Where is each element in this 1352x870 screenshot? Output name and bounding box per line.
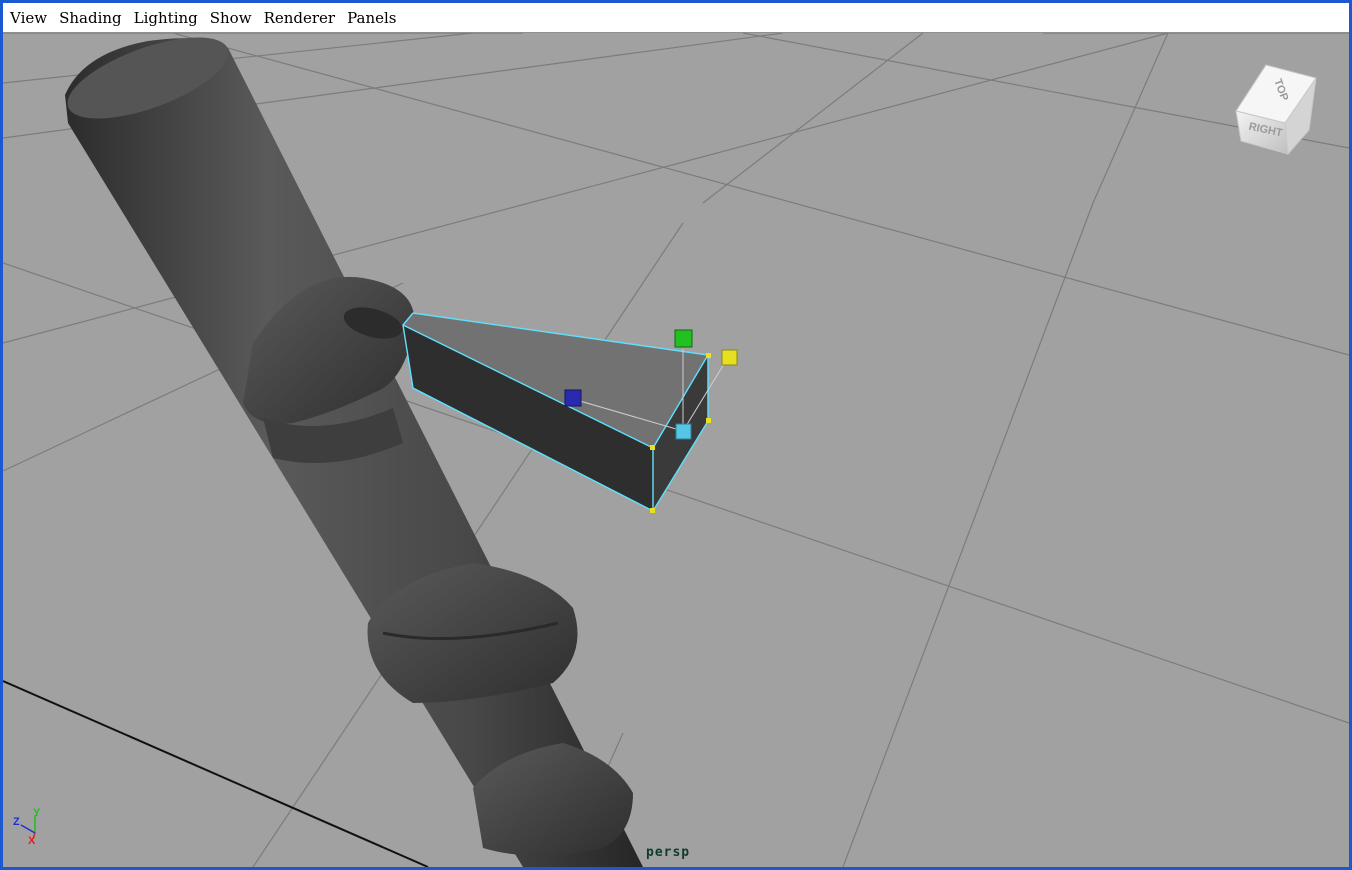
panel-menubar: View Shading Lighting Show Renderer Pane… [3, 3, 1349, 33]
axis-x-label: X [28, 835, 36, 847]
menu-show[interactable]: Show [204, 3, 258, 32]
manipulator-y-handle[interactable] [674, 329, 693, 348]
scene-canvas[interactable]: TOP RIGHT Y Z X [3, 33, 1349, 867]
menu-view[interactable]: View [3, 3, 53, 32]
axis-indicator: Y Z X [13, 807, 41, 847]
manipulator-z-handle[interactable] [564, 389, 582, 407]
menu-lighting[interactable]: Lighting [128, 3, 204, 32]
maya-viewport-window: View Shading Lighting Show Renderer Pane… [0, 0, 1352, 870]
manipulator-center-handle[interactable] [675, 423, 692, 440]
menu-shading[interactable]: Shading [53, 3, 128, 32]
manipulator-x-handle[interactable] [721, 349, 738, 366]
selected-wedge-mesh[interactable] [402, 312, 711, 513]
menu-renderer[interactable]: Renderer [258, 3, 342, 32]
grid-origin-axis [3, 680, 429, 867]
perspective-viewport[interactable]: TOP RIGHT Y Z X persp [3, 33, 1349, 867]
view-cube[interactable]: TOP RIGHT [1235, 64, 1317, 156]
camera-name-label: persp [646, 845, 691, 860]
axis-y-label: Y [33, 807, 41, 819]
menu-panels[interactable]: Panels [341, 3, 402, 32]
axis-z-label: Z [13, 816, 20, 828]
